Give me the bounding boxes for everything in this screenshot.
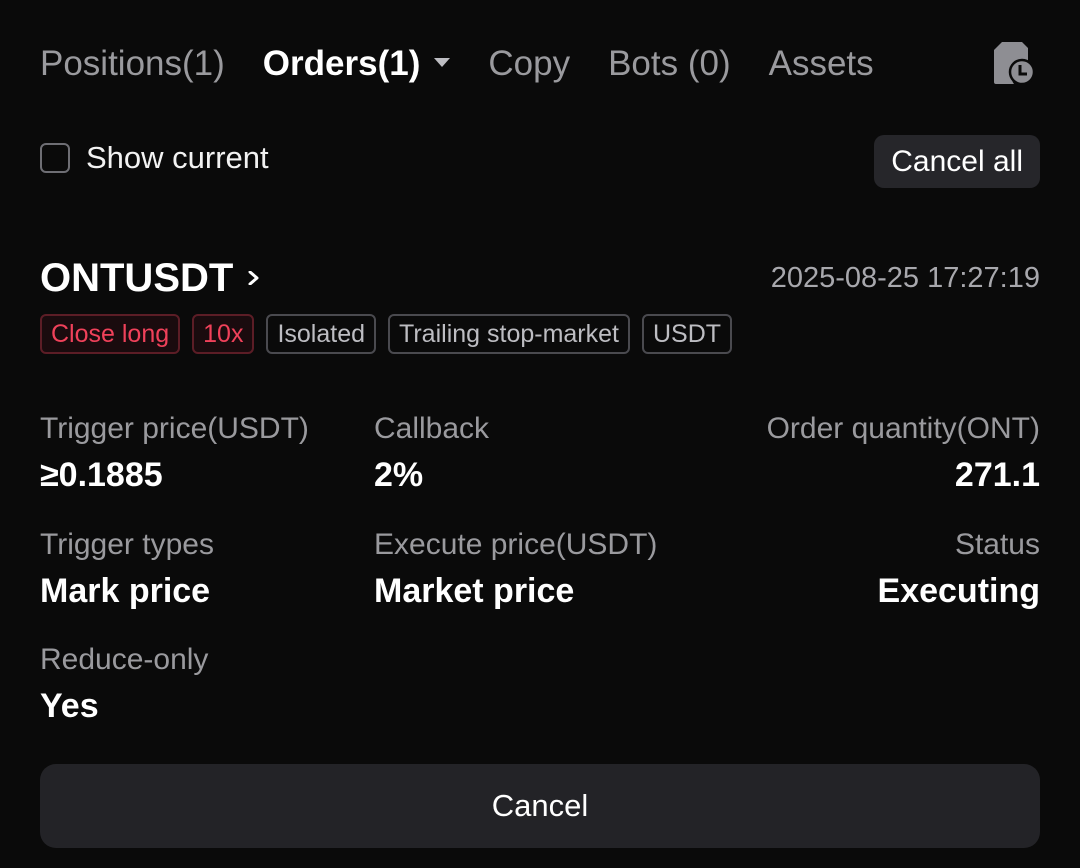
- callback-value: 2%: [374, 456, 424, 494]
- tag-side: Close long: [40, 314, 181, 354]
- symbol-link[interactable]: ONTUSDT: [40, 256, 261, 301]
- tab-copy[interactable]: Copy: [488, 44, 570, 84]
- tab-bar: Positions(1) Orders(1) Copy Bots (0) Ass…: [40, 38, 1040, 90]
- cancel-order-button[interactable]: Cancel: [40, 764, 1040, 848]
- order-quantity-label: Order quantity(ONT): [766, 412, 1040, 445]
- tab-assets-label: Assets: [768, 44, 874, 83]
- field-callback: Callback 2%: [374, 412, 489, 495]
- tab-assets[interactable]: Assets: [769, 44, 874, 84]
- tab-orders-label: Orders(1): [262, 44, 421, 83]
- reduce-only-label: Reduce-only: [40, 643, 209, 676]
- execute-price-value: Market price: [374, 572, 575, 610]
- show-current-checkbox[interactable]: [40, 143, 70, 173]
- field-status: Status Executing: [878, 528, 1040, 611]
- order-tags: Close long 10x Isolated Trailing stop-ma…: [40, 314, 744, 354]
- cancel-all-button[interactable]: Cancel all: [874, 135, 1040, 188]
- execute-price-label: Execute price(USDT): [374, 528, 658, 561]
- order-timestamp: 2025-08-25 17:27:19: [770, 262, 1040, 294]
- tab-bots[interactable]: Bots (0): [608, 44, 731, 84]
- tab-orders[interactable]: Orders(1): [263, 44, 451, 84]
- field-order-quantity: Order quantity(ONT) 271.1: [767, 412, 1040, 495]
- tag-margin-mode: Isolated: [266, 314, 377, 354]
- status-value: Executing: [877, 572, 1040, 610]
- order-history-icon[interactable]: [992, 40, 1036, 86]
- tag-order-type: Trailing stop-market: [388, 314, 630, 354]
- tab-positions-label: Positions(1): [40, 44, 225, 83]
- tag-settle: USDT: [642, 314, 733, 354]
- orders-panel: Positions(1) Orders(1) Copy Bots (0) Ass…: [0, 0, 1080, 868]
- trigger-price-value: ≥0.1885: [40, 456, 163, 494]
- trigger-types-label: Trigger types: [40, 528, 214, 561]
- tag-leverage: 10x: [192, 314, 255, 354]
- tab-bots-label: Bots (0): [608, 44, 731, 83]
- caret-down-icon[interactable]: [434, 57, 451, 67]
- order-quantity-value: 271.1: [954, 456, 1040, 494]
- tab-positions[interactable]: Positions(1): [40, 44, 225, 84]
- tab-copy-label: Copy: [488, 44, 571, 83]
- status-label: Status: [954, 528, 1040, 561]
- show-current-label: Show current: [86, 140, 269, 175]
- field-execute-price: Execute price(USDT) Market price: [374, 528, 657, 611]
- reduce-only-value: Yes: [40, 687, 99, 725]
- chevron-right-icon: [248, 270, 259, 285]
- field-trigger-types: Trigger types Mark price: [40, 528, 214, 611]
- callback-label: Callback: [374, 412, 490, 445]
- field-trigger-price: Trigger price(USDT) ≥0.1885: [40, 412, 309, 495]
- field-reduce-only: Reduce-only Yes: [40, 643, 208, 726]
- show-current-toggle[interactable]: Show current: [40, 140, 269, 176]
- order-symbol: ONTUSDT: [40, 256, 234, 300]
- trigger-price-label: Trigger price(USDT): [40, 412, 309, 445]
- trigger-types-value: Mark price: [40, 572, 211, 610]
